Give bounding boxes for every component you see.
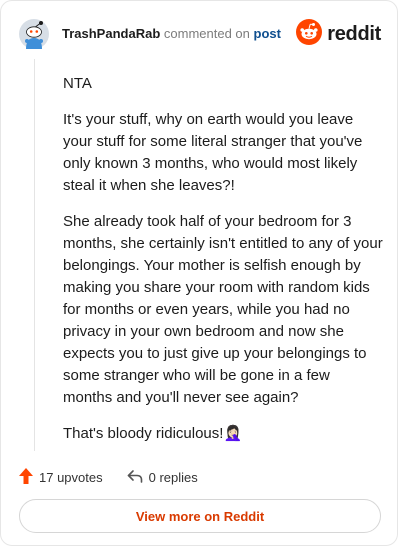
comment-paragraph: NTA (63, 75, 92, 92)
comment-header: TrashPandaRab commented on post reddit (19, 18, 381, 51)
embedded-comment-card: TrashPandaRab commented on post reddit N… (0, 0, 398, 546)
comment-paragraph: It's your stuff, why on earth would you … (63, 111, 363, 194)
commented-on-label: commented on (163, 26, 250, 41)
upvotes-button[interactable]: 17 upvotes (19, 467, 103, 487)
upvote-arrow-icon (19, 467, 39, 487)
comment-body: NTA It's your stuff, why on earth would … (63, 73, 383, 459)
reddit-logo[interactable]: reddit (296, 18, 381, 50)
reddit-wordmark: reddit (327, 22, 381, 45)
comment-paragraph: That's bloody ridiculous!🤦🏻‍♀️ (63, 425, 243, 442)
post-link[interactable]: post (254, 26, 281, 41)
username-link[interactable]: TrashPandaRab (62, 26, 160, 41)
upvotes-count: 17 upvotes (39, 469, 103, 485)
comment-actions: 17 upvotes 0 replies (19, 467, 222, 487)
snoo-avatar-icon[interactable] (19, 19, 49, 49)
view-more-button[interactable]: View more on Reddit (19, 499, 381, 533)
replies-count: 0 replies (148, 469, 198, 485)
thread-line (34, 59, 35, 451)
reddit-logo-icon (296, 18, 323, 50)
comment-paragraph: She already took half of your bedroom fo… (63, 213, 383, 406)
replies-button[interactable]: 0 replies (127, 469, 198, 486)
reply-arrow-icon (127, 469, 149, 486)
comment-meta: TrashPandaRab commented on post (62, 26, 281, 41)
